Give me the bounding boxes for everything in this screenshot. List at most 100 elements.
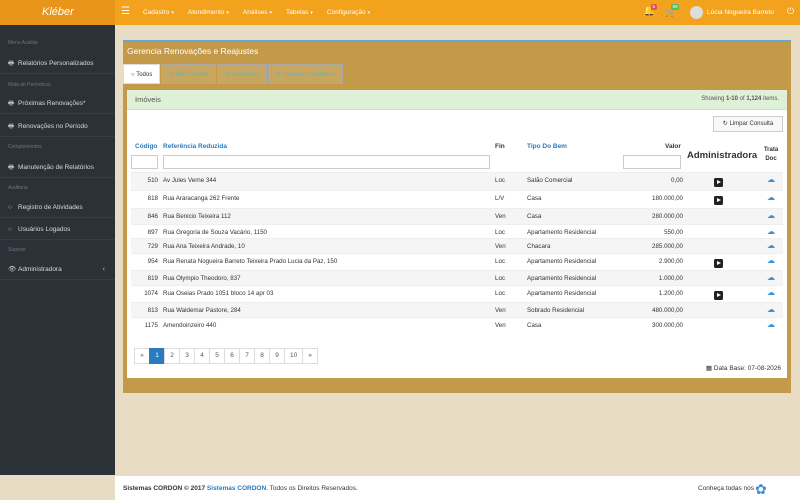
- page-button[interactable]: 1: [149, 348, 165, 364]
- col-ref[interactable]: Referência Reduzida: [163, 143, 227, 150]
- circle-icon: ○: [8, 204, 12, 211]
- page-button[interactable]: 6: [224, 348, 240, 364]
- page-button[interactable]: 5: [209, 348, 225, 364]
- showing-summary: Showing 1-10 of 1,124 items.: [701, 96, 779, 102]
- table-row[interactable]: 954 Rua Renata Nogueira Barreto Teixeira …: [131, 253, 783, 270]
- sidebar-item-renovacoes-periodo[interactable]: 🖶 Renovações no Período: [0, 117, 115, 137]
- sidebar: Menu Auxiliar 🖶 Relatórios Personalizados…: [0, 25, 115, 475]
- cell-codigo: 1175: [144, 322, 158, 329]
- col-codigo[interactable]: Código: [135, 143, 157, 150]
- cell-ref: Amendoinzeiro 440: [163, 322, 217, 329]
- tab-label: Por Período: [175, 72, 208, 78]
- ref-filter-input[interactable]: [163, 155, 490, 169]
- footer-right-text[interactable]: Conheça todas nos: [698, 485, 754, 492]
- sidebar-section: Suporte: [8, 247, 26, 253]
- codigo-filter-input[interactable]: [131, 155, 158, 169]
- avatar[interactable]: [690, 6, 703, 19]
- table-row[interactable]: 813 Rua Waldemar Pastore, 284 Ven Sobrado R…: [131, 302, 783, 317]
- cloud-upload-icon[interactable]: ☁: [767, 256, 775, 265]
- table-row[interactable]: 1175 Amendoinzeiro 440 Ven Casa 300.000,00 ☁: [131, 317, 783, 331]
- cell-tipo: Apartamento Residencial: [527, 258, 597, 265]
- tab-imoveis-locatarios[interactable]: ⊘ Imóveis, Locatários: [268, 64, 343, 84]
- nav-configuracao[interactable]: Configuração ▾: [327, 0, 370, 25]
- company-logo-icon[interactable]: ✿: [755, 481, 767, 498]
- brand-logo[interactable]: Kléber: [0, 0, 115, 25]
- cloud-upload-icon[interactable]: ☁: [767, 193, 775, 202]
- sidebar-item-proximas-renovacoes[interactable]: 🖶 Próximas Renovações*: [0, 94, 115, 114]
- page-button[interactable]: 10: [284, 348, 304, 364]
- page-button[interactable]: 3: [179, 348, 195, 364]
- clear-query-button[interactable]: ↻ Limpar Consulta: [713, 116, 783, 132]
- footer-link[interactable]: Sistemas CORDON: [207, 485, 266, 492]
- cell-fin: Loc: [495, 229, 505, 236]
- table-row[interactable]: 1074 Rua Oseias Prado 1051 bloco 14 apr 0…: [131, 285, 783, 302]
- page-button[interactable]: »: [302, 348, 319, 364]
- tab-todos[interactable]: ○ Todos: [123, 64, 161, 84]
- sidebar-item-label: Usuários Logados: [18, 226, 71, 233]
- tabs: ○ Todos ↻ Por Período ↻ Locatários ⊘ Imó…: [123, 64, 344, 84]
- administradora-icon[interactable]: [714, 291, 723, 300]
- page-button[interactable]: 7: [239, 348, 255, 364]
- user-name[interactable]: Lúcia Nogueira Barreto: [707, 0, 774, 25]
- notification-badge: 5: [651, 4, 657, 10]
- cell-fin: Loc: [495, 290, 505, 297]
- cell-valor: 0,00: [670, 177, 683, 184]
- administradora-icon[interactable]: [714, 178, 723, 187]
- sidebar-section: Complementos: [8, 144, 42, 150]
- table-row[interactable]: 729 Rua Ana Teixeira Andrade, 10 Ven Chacar…: [131, 238, 783, 253]
- sidebar-item-relatorios-personalizados[interactable]: 🖶 Relatórios Personalizados: [0, 54, 115, 74]
- power-icon[interactable]: ⏻: [787, 6, 794, 17]
- menu-toggle-icon[interactable]: ☰: [121, 6, 130, 17]
- cloud-upload-icon[interactable]: ☁: [767, 320, 775, 329]
- cloud-upload-icon[interactable]: ☁: [767, 288, 775, 297]
- sidebar-item-label: Administradora: [18, 266, 62, 273]
- administradora-icon[interactable]: [714, 259, 723, 268]
- table-row[interactable]: 819 Rua Olympio Theodoro, 837 Loc Apartamen…: [131, 270, 783, 285]
- cell-codigo: 1074: [144, 290, 158, 297]
- nav-label: Atendimento: [187, 9, 225, 16]
- col-tipo[interactable]: Tipo Do Bem: [527, 143, 567, 150]
- footer-rights: . Todos os Direitos Reservados.: [266, 485, 358, 492]
- table-row[interactable]: 510 Av Jules Verne 344 Loc Salão Comercial 0…: [131, 172, 783, 190]
- page-button[interactable]: 8: [254, 348, 270, 364]
- cell-tipo: Apartamento Residencial: [527, 275, 597, 282]
- page-button[interactable]: 9: [269, 348, 285, 364]
- page-button[interactable]: 2: [164, 348, 180, 364]
- cloud-upload-icon[interactable]: ☁: [767, 273, 775, 282]
- sidebar-item-usuarios-logados[interactable]: ○ Usuários Logados: [0, 220, 115, 240]
- refresh-icon: ↻: [169, 72, 175, 78]
- nav-label: Análises: [242, 9, 268, 16]
- cloud-upload-icon[interactable]: ☁: [767, 227, 775, 236]
- nav-analises[interactable]: Análises ▾: [243, 0, 272, 25]
- nav-cadastro[interactable]: Cadastro ▾: [143, 0, 174, 25]
- valor-filter-input[interactable]: [623, 155, 681, 169]
- cell-valor: 2.900,00: [658, 258, 683, 265]
- table-row[interactable]: 897 Rua Gregoria de Souza Vacário, 1150 Lo…: [131, 224, 783, 238]
- printer-icon: 🖶: [8, 60, 15, 67]
- table-row[interactable]: 846 Rua Benicio Teixeira 112 Ven Casa 280.00…: [131, 208, 783, 224]
- cell-valor: 180.000,00: [652, 195, 683, 202]
- administradora-icon[interactable]: [714, 196, 723, 205]
- cell-ref: Rua Renata Nogueira Barreto Teixeira Pra…: [163, 258, 338, 265]
- cell-tipo: Casa: [527, 213, 542, 220]
- sidebar-item-administradora[interactable]: 👁 Administradora ‹: [0, 260, 115, 280]
- tab-por-periodo[interactable]: ↻ Por Período: [161, 64, 216, 84]
- cloud-upload-icon[interactable]: ☁: [767, 241, 775, 250]
- cell-tipo: Apartamento Residencial: [527, 290, 597, 297]
- col-administradora: Administradora: [687, 150, 758, 161]
- cell-fin: Ven: [495, 243, 506, 250]
- summary-range: 1-10: [725, 96, 738, 102]
- cloud-upload-icon[interactable]: ☁: [767, 305, 775, 314]
- cloud-upload-icon[interactable]: ☁: [767, 175, 775, 184]
- sidebar-item-manutencao-relatorios[interactable]: 🖶 Manutenção de Relatórios: [0, 158, 115, 178]
- tab-locatarios[interactable]: ↻ Locatários: [216, 64, 268, 84]
- nav-atendimento[interactable]: Atendimento ▾: [188, 0, 229, 25]
- cell-valor: 550,00: [664, 229, 683, 236]
- sidebar-item-registro-atividades[interactable]: ○ Registro de Atividades: [0, 198, 115, 218]
- page-button[interactable]: 4: [194, 348, 210, 364]
- cell-ref: Rua Oseias Prado 1051 bloco 14 apr 03: [163, 290, 274, 297]
- table-row[interactable]: 818 Rua Araracanga 262 Frente L/V Casa 180.0…: [131, 190, 783, 208]
- cloud-upload-icon[interactable]: ☁: [767, 211, 775, 220]
- page-button[interactable]: «: [134, 348, 150, 364]
- nav-tabelas[interactable]: Tabelas ▾: [286, 0, 313, 25]
